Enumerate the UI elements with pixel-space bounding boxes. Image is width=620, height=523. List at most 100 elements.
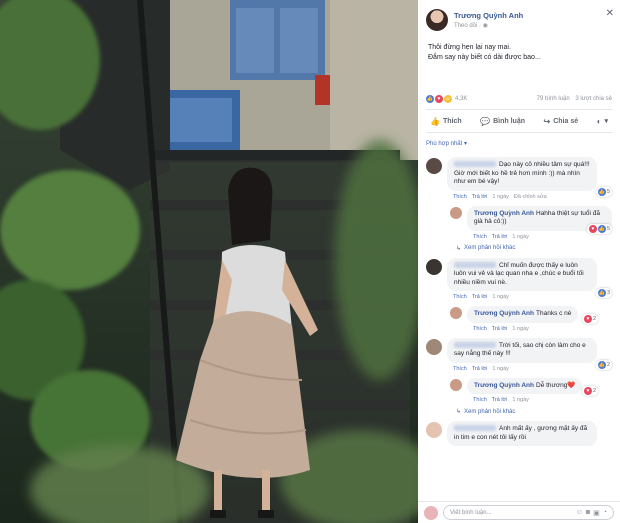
comment-reply: Trương Quỳnh Anh Dễ thương❤️ Thích Trả lời… <box>450 377 612 403</box>
comment-reaction-badge[interactable]: 👍 5 <box>595 187 612 197</box>
like-reaction-icon: 👍 <box>426 95 434 103</box>
share-label: Chia sẻ <box>553 117 579 125</box>
comment-like-link[interactable]: Thích <box>473 326 487 332</box>
sticker-icon[interactable]: ◔ <box>603 509 607 517</box>
camera-icon[interactable]: ◙ <box>586 509 590 517</box>
comment-button[interactable]: 💬 Bình luận <box>480 117 525 126</box>
comment-reply-link[interactable]: Trả lời <box>472 194 488 200</box>
comment-placeholder: Viết bình luận... <box>450 509 492 516</box>
comment-reaction-badge[interactable]: ♥ 2 <box>581 385 598 396</box>
chevron-down-icon: ▾ <box>604 118 608 125</box>
reaction-summary[interactable]: 👍 ♥ ☺ 4,3K <box>426 95 467 103</box>
author-name[interactable]: Trương Quỳnh Anh <box>454 11 523 20</box>
comment-time: 1 ngày <box>512 325 529 332</box>
comment-bubble: Trời tối, sao chị còn làm cho e say nắng… <box>447 337 597 363</box>
commenter-name[interactable]: Trương Quỳnh Anh <box>474 310 534 317</box>
comment-meta: Thích Trả lời 1 ngày <box>453 366 597 372</box>
comment-input[interactable]: Viết bình luận... ☺ ◙ ▣ ◔ <box>443 505 614 520</box>
post-actions: 👍 Thích 💬 Bình luận ↪ Chia sẻ ◐ ▾ <box>426 109 612 133</box>
comment: Anh mất ấy , gương mặt ấy đã in tim e co… <box>426 421 612 446</box>
commenter-name-blurred[interactable] <box>454 425 496 432</box>
commenter-avatar[interactable] <box>426 158 442 174</box>
commenter-name-blurred[interactable] <box>454 341 496 348</box>
post-text-line: Thôi đừng hẹn lại nay mai. <box>428 44 511 51</box>
share-count[interactable]: 3 lượt chia sẻ <box>575 96 612 102</box>
comment-sort[interactable]: Phù hợp nhất ▾ <box>418 133 620 151</box>
chevron-down-icon: ▾ <box>463 141 467 147</box>
comment: Trời tối, sao chị còn làm cho e say nắng… <box>426 337 612 372</box>
commenter-name[interactable]: Trương Quỳnh Anh <box>474 210 534 217</box>
globe-icon: · ◉ <box>479 23 488 29</box>
comment: Chỉ muốn được thấy e luôn luôn vui vẻ và… <box>426 257 612 300</box>
gif-icon[interactable]: ▣ <box>593 509 600 517</box>
comment-reaction-count: 2 <box>592 387 596 394</box>
emoji-icon[interactable]: ☺ <box>576 509 583 517</box>
commenter-avatar[interactable] <box>450 378 462 391</box>
comment-count[interactable]: 79 bình luận <box>537 96 570 102</box>
comment-reaction-count: 5 <box>606 225 610 232</box>
commenter-name[interactable]: Trương Quỳnh Anh <box>474 382 534 389</box>
comment-like-link[interactable]: Thích <box>453 194 467 200</box>
commenter-avatar[interactable] <box>426 258 442 275</box>
comment-reaction-badge[interactable]: 👍 3 <box>595 287 612 298</box>
commenter-avatar[interactable] <box>450 206 462 219</box>
commenter-avatar[interactable] <box>450 307 462 319</box>
see-more-label: Xem phản hồi khác <box>464 245 516 251</box>
post-meta: Theo dõi · ◉ <box>454 22 523 29</box>
comment-bubble: Dạo này cô nhiều tâm sự quá!!! Giờ mới b… <box>447 157 597 191</box>
comment-like-link[interactable]: Thích <box>473 397 487 403</box>
comment-reply-link[interactable]: Trả lời <box>492 397 508 403</box>
reply-arrow-icon: ↳ <box>456 245 462 252</box>
commenter-avatar[interactable] <box>426 338 442 355</box>
see-more-replies[interactable]: ↳ Xem phản hồi khác <box>456 245 612 252</box>
comment-reaction-count: 3 <box>606 289 610 296</box>
comment-like-link[interactable]: Thích <box>453 366 467 372</box>
thumbs-up-icon: 👍 <box>430 116 440 126</box>
share-icon: ↪ <box>543 116 551 126</box>
comment-time: 1 ngày <box>492 365 509 372</box>
comment-reaction-badge[interactable]: 👍 2 <box>595 359 612 370</box>
comment-reply: Trương Quỳnh Anh Hahha thiệt sự tuổi đã g… <box>450 205 612 240</box>
comment-like-link[interactable]: Thích <box>453 294 467 300</box>
comment-label: Bình luận <box>493 117 525 125</box>
reply-arrow-icon: ↳ <box>456 409 462 415</box>
commenter-avatar[interactable] <box>426 422 442 438</box>
post-text-line: Đắm say này biết có dài được bao... <box>428 54 541 61</box>
share-button[interactable]: ↪ Chia sẻ <box>544 117 579 126</box>
comment-meta: Thích Trả lời 1 ngày <box>473 326 578 332</box>
post-panel: ✕ Trương Quỳnh Anh Theo dõi · ◉ Thôi đừn… <box>418 0 620 523</box>
follow-label[interactable]: Theo dõi <box>454 23 477 29</box>
comment-bubble: Trương Quỳnh Anh Thanks c nè <box>467 306 579 323</box>
audience-selector[interactable]: ◐ ▾ <box>597 117 608 126</box>
haha-reaction-icon: ☺ <box>444 95 452 103</box>
photo-viewer: ✕ Trương Quỳnh Anh Theo dõi · ◉ Thôi đừn… <box>0 0 620 523</box>
commenter-name-blurred[interactable] <box>454 261 496 268</box>
post-header: Trương Quỳnh Anh Theo dõi · ◉ <box>418 0 620 31</box>
comment-reaction-badge[interactable]: ♥ 2 <box>581 314 598 324</box>
comment-time: 1 ngày <box>492 193 509 200</box>
commenter-name-blurred[interactable] <box>454 161 496 168</box>
comment-time: 1 ngày <box>492 294 509 300</box>
comment-reply-link[interactable]: Trả lời <box>472 294 488 300</box>
comment-reply-link[interactable]: Trả lời <box>492 326 508 332</box>
author-avatar[interactable] <box>426 9 448 31</box>
comment-reply-link[interactable]: Trả lời <box>472 366 488 372</box>
comment-like-link[interactable]: Thích <box>473 234 487 240</box>
comment-edited[interactable]: Đã chỉnh sửa <box>514 194 547 200</box>
comment-text: Thanks c nè <box>536 310 572 317</box>
like-reaction-icon: 👍 <box>597 224 606 233</box>
comment-bubble: Anh mất ấy , gương mặt ấy đã in tim e co… <box>447 421 597 446</box>
comment-reaction-count: 2 <box>592 316 596 322</box>
see-more-label: Xem phản hồi khác <box>464 408 516 415</box>
comment-reaction-badge[interactable]: ♥ 👍 5 <box>586 223 612 234</box>
close-icon[interactable]: ✕ <box>606 8 614 19</box>
like-reaction-icon: 👍 <box>597 288 606 297</box>
post-photo[interactable] <box>0 0 418 523</box>
post-text: Thôi đừng hẹn lại nay mai. Đắm say này b… <box>418 31 620 63</box>
comment-reply-link[interactable]: Trả lời <box>492 234 508 240</box>
see-more-replies[interactable]: ↳ Xem phản hồi khác <box>456 408 612 416</box>
post-stats: 👍 ♥ ☺ 4,3K 79 bình luận 3 lượt chia sẻ <box>418 95 620 103</box>
comment-composer: Viết bình luận... ☺ ◙ ▣ ◔ <box>418 501 620 523</box>
like-button[interactable]: 👍 Thích <box>430 117 462 126</box>
viewer-avatar <box>424 505 438 520</box>
